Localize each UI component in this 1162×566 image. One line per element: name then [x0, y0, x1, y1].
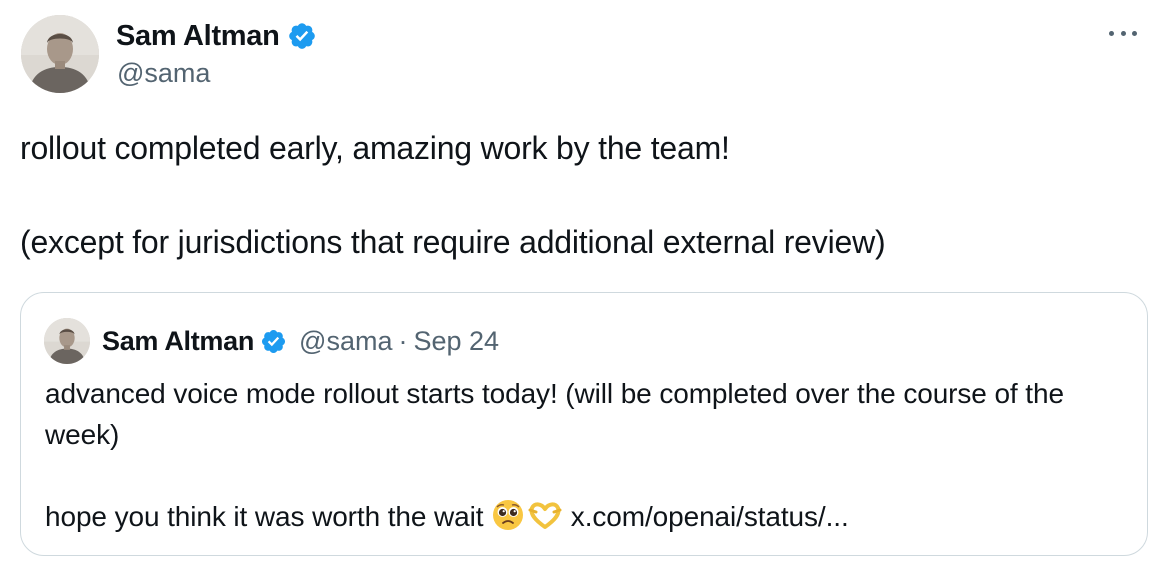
quoted-tweet-date[interactable]: Sep 24 [413, 326, 499, 357]
separator-dot: · [398, 325, 408, 356]
heart-hands-emoji [527, 500, 563, 532]
quoted-author-avatar[interactable] [44, 318, 90, 364]
more-options-icon[interactable] [1109, 26, 1137, 40]
quoted-text-prefix: hope you think it was worth the wait [45, 501, 484, 532]
tweet: Sam Altman @sama rollout completed early… [0, 0, 1162, 566]
more-dot [1109, 30, 1114, 36]
quoted-author-display-name[interactable]: Sam Altman [102, 326, 254, 357]
author-name-row: Sam Altman [116, 18, 317, 54]
more-dot [1120, 30, 1126, 36]
tweet-text-line: rollout completed early, amazing work by… [20, 130, 730, 166]
quoted-text-line: hope you think it was worth the wait x.c… [45, 496, 1125, 537]
quoted-tweet[interactable]: Sam Altman @sama · Sep 24 advanced voice… [20, 292, 1148, 556]
quoted-tweet-header: Sam Altman @sama · Sep 24 [102, 323, 499, 359]
tweet-text-line: (except for jurisdictions that require a… [20, 224, 886, 260]
author-display-name[interactable]: Sam Altman [116, 20, 280, 53]
quoted-author-handle[interactable]: @sama [299, 326, 392, 357]
more-dot [1132, 30, 1137, 36]
quoted-text-line: advanced voice mode rollout starts today… [45, 378, 1064, 450]
author-avatar[interactable] [21, 15, 99, 93]
verified-badge-icon [260, 328, 287, 355]
verified-badge-icon [287, 21, 317, 51]
pleading-face-emoji [491, 498, 527, 530]
quoted-tweet-link[interactable]: x.com/openai/status/... [571, 501, 849, 532]
quoted-tweet-text: advanced voice mode rollout starts today… [45, 373, 1125, 537]
tweet-text: rollout completed early, amazing work by… [20, 125, 1140, 266]
author-handle[interactable]: @sama [117, 58, 210, 89]
